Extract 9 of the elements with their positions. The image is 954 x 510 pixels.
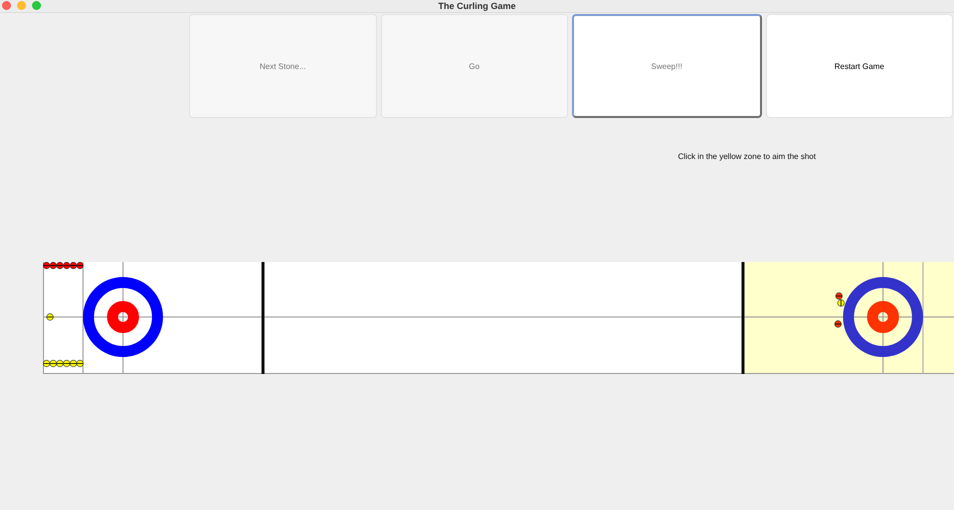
minimize-icon[interactable] xyxy=(17,1,26,10)
game-button[interactable]: Restart Game xyxy=(766,14,953,118)
curling-stone-icon xyxy=(46,313,54,321)
curling-rink-drawing[interactable] xyxy=(43,262,954,375)
window-title: The Curling Game xyxy=(438,1,516,11)
zoom-icon[interactable] xyxy=(32,1,41,10)
curling-stone-icon xyxy=(834,320,842,328)
instruction-text: Click in the yellow zone to aim the shot xyxy=(678,152,816,162)
close-icon[interactable] xyxy=(2,1,11,10)
